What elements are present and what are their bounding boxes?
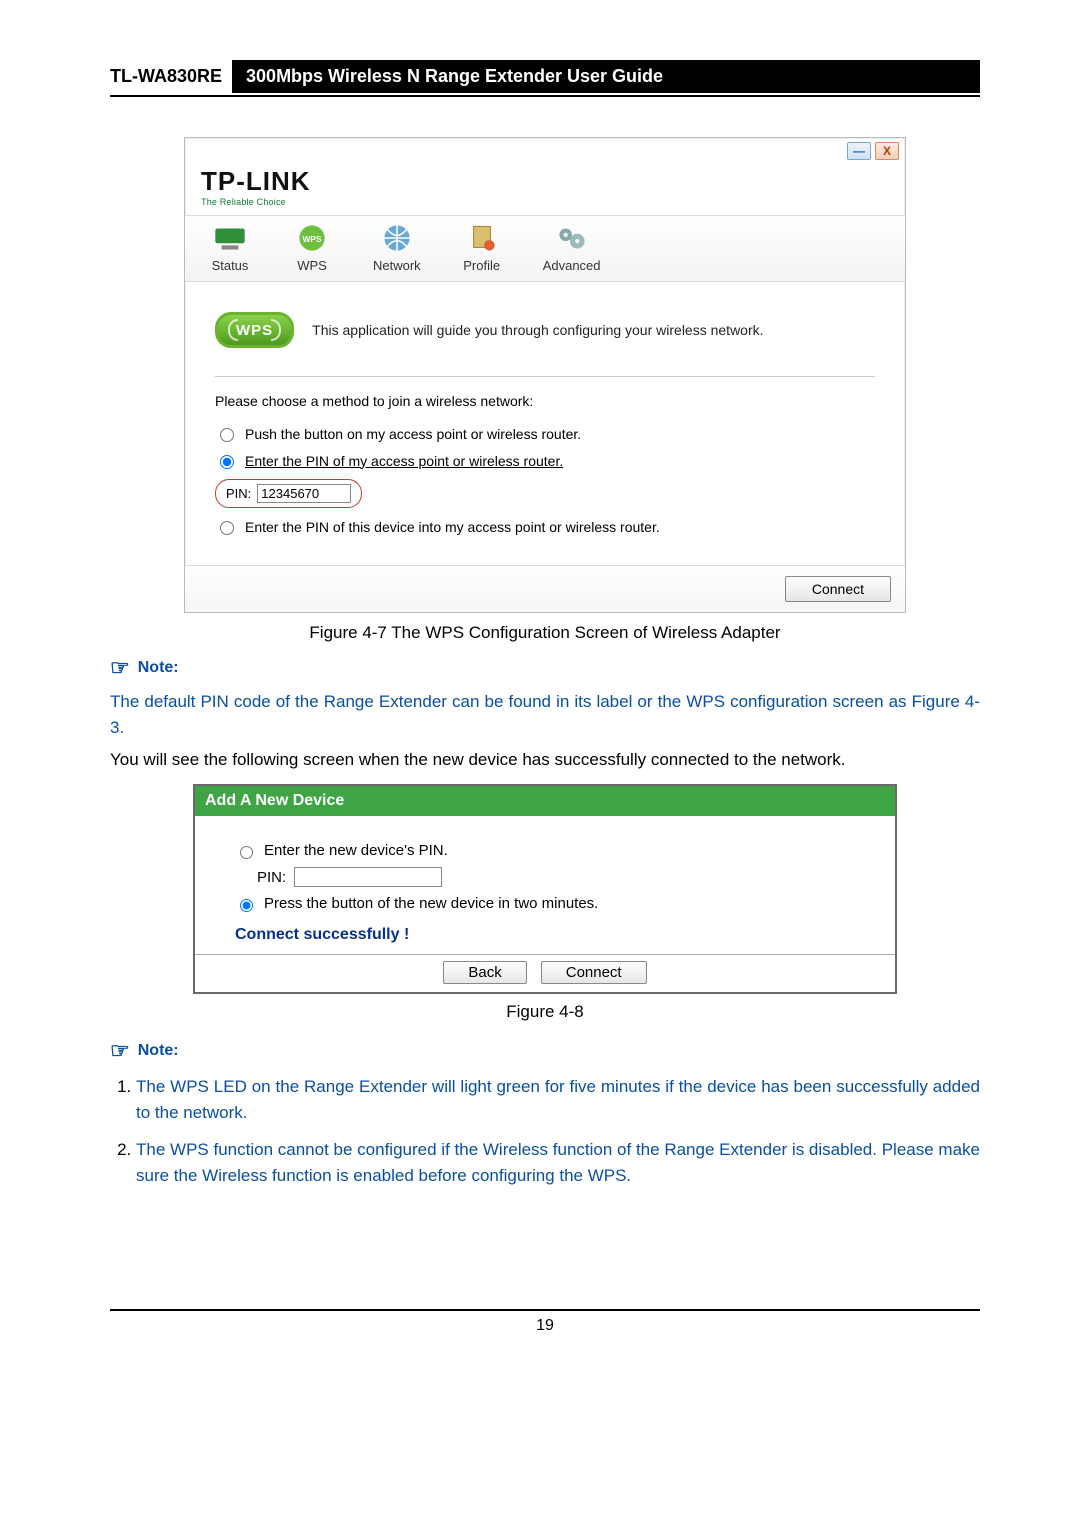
connect-success-text: Connect successfully !: [235, 926, 871, 944]
pin-row: PIN:: [235, 867, 871, 887]
tab-label: Network: [373, 258, 421, 273]
header-rule: [110, 95, 980, 97]
option-enter-ap-pin[interactable]: Enter the PIN of my access point or wire…: [215, 452, 875, 469]
option-enter-device-pin[interactable]: Enter the new device's PIN.: [235, 842, 871, 859]
close-button[interactable]: X: [875, 142, 899, 160]
figure-caption-4-7: Figure 4-7 The WPS Configuration Screen …: [110, 623, 980, 643]
network-icon: [376, 222, 418, 254]
note-heading: ☞ Note:: [110, 655, 980, 681]
tab-wps[interactable]: WPS WPS: [291, 216, 333, 273]
wps-icon: WPS: [291, 222, 333, 254]
panel-title: Add A New Device: [195, 786, 895, 816]
tab-bar: Status WPS WPS Network: [185, 215, 905, 282]
brand-logo-text: TP-LINK: [201, 166, 889, 197]
status-icon: [209, 222, 251, 254]
wps-badge-icon: WPS: [215, 312, 294, 348]
brand-area: TP-LINK The Reliable Choice: [185, 164, 905, 215]
tab-label: Advanced: [543, 258, 601, 273]
option-press-button[interactable]: Press the button of the new device in tw…: [235, 895, 871, 912]
option-label: Enter the new device's PIN.: [264, 842, 448, 859]
brand-tagline: The Reliable Choice: [201, 197, 889, 207]
note-1-body: The default PIN code of the Range Extend…: [110, 689, 980, 740]
footer-rule: [110, 1309, 980, 1311]
tab-advanced[interactable]: Advanced: [543, 216, 601, 273]
tab-status[interactable]: Status: [209, 216, 251, 273]
note-list-item: The WPS LED on the Range Extender will l…: [136, 1074, 980, 1127]
note-heading: ☞ Note:: [110, 1038, 980, 1064]
note-ordered-list: The WPS LED on the Range Extender will l…: [110, 1074, 980, 1189]
radio-press-button[interactable]: [240, 899, 253, 912]
option-label: Enter the PIN of this device into my acc…: [245, 519, 660, 535]
option-label: Push the button on my access point or wi…: [245, 426, 581, 442]
option-enter-device-pin[interactable]: Enter the PIN of this device into my acc…: [215, 518, 875, 535]
radio-enter-pin[interactable]: [240, 846, 253, 859]
body-paragraph: You will see the following screen when t…: [110, 750, 980, 770]
pin-input[interactable]: [257, 484, 351, 503]
page-number: 19: [110, 1317, 980, 1335]
option-label: Press the button of the new device in tw…: [264, 895, 598, 912]
minimize-button[interactable]: —: [847, 142, 871, 160]
wps-intro-text: This application will guide you through …: [312, 322, 763, 338]
doc-model: TL-WA830RE: [110, 60, 232, 93]
connect-button[interactable]: Connect: [541, 961, 647, 984]
pin-entry-highlight: PIN:: [215, 479, 362, 508]
figure-caption-4-8: Figure 4-8: [110, 1002, 980, 1022]
radio-enter-ap-pin[interactable]: [220, 455, 234, 469]
radio-push[interactable]: [220, 428, 234, 442]
tab-label: WPS: [297, 258, 327, 273]
tab-network[interactable]: Network: [373, 216, 421, 273]
wps-utility-window: — X TP-LINK The Reliable Choice Status W…: [184, 137, 906, 613]
tab-label: Status: [212, 258, 249, 273]
window-titlebar: — X: [185, 138, 905, 164]
option-label: Enter the PIN of my access point or wire…: [245, 453, 563, 469]
doc-header: TL-WA830RE 300Mbps Wireless N Range Exte…: [110, 60, 980, 93]
profile-icon: [461, 222, 503, 254]
pointing-hand-icon: ☞: [110, 1038, 130, 1064]
option-push-button[interactable]: Push the button on my access point or wi…: [215, 425, 875, 442]
radio-enter-device-pin[interactable]: [220, 521, 234, 535]
connect-button[interactable]: Connect: [785, 576, 891, 602]
advanced-icon: [551, 222, 593, 254]
pin-label: PIN:: [257, 869, 286, 886]
tab-label: Profile: [463, 258, 500, 273]
divider: [215, 376, 875, 377]
note-list-item: The WPS function cannot be configured if…: [136, 1137, 980, 1190]
tab-profile[interactable]: Profile: [461, 216, 503, 273]
pin-label: PIN:: [226, 486, 251, 501]
svg-text:WPS: WPS: [302, 234, 321, 244]
pointing-hand-icon: ☞: [110, 655, 130, 681]
pin-input[interactable]: [294, 867, 442, 887]
method-prompt: Please choose a method to join a wireles…: [215, 393, 875, 409]
doc-title: 300Mbps Wireless N Range Extender User G…: [232, 60, 980, 93]
note-label: Note:: [138, 659, 179, 677]
note-label: Note:: [138, 1042, 179, 1060]
add-device-panel: Add A New Device Enter the new device's …: [193, 784, 897, 994]
back-button[interactable]: Back: [443, 961, 526, 984]
